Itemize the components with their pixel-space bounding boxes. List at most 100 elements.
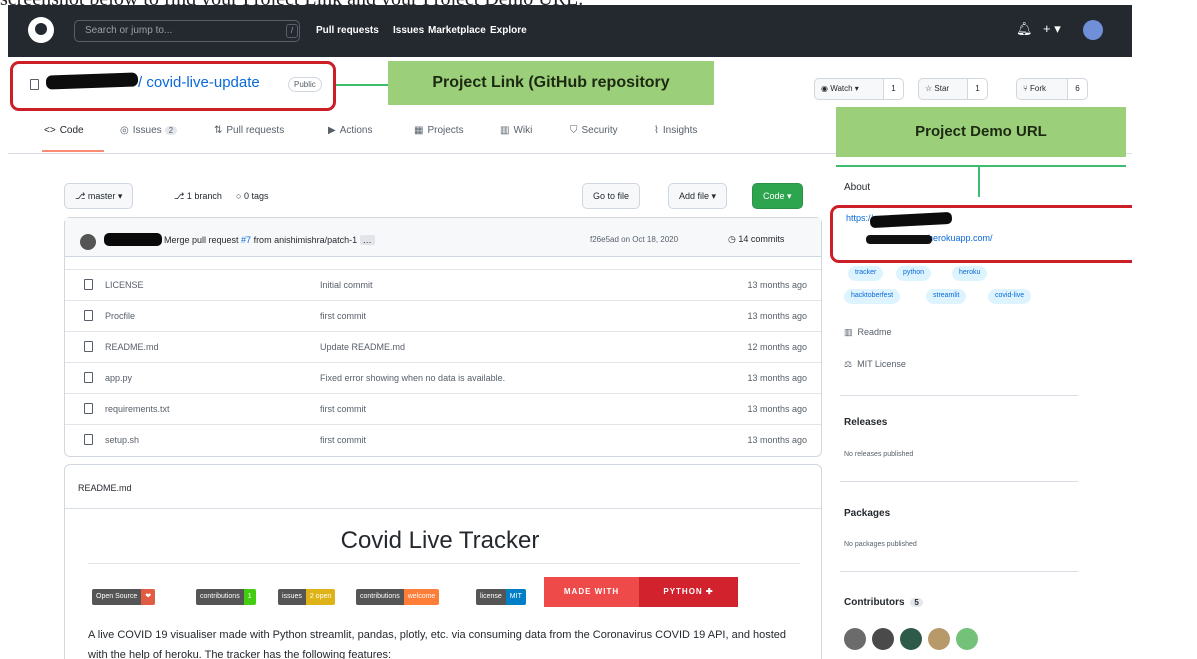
demo-url-callout: Project Demo URL: [836, 107, 1126, 157]
file-commit-message[interactable]: Update README.md: [320, 342, 405, 352]
file-icon: [84, 434, 93, 445]
search-input[interactable]: Search or jump to...: [74, 20, 300, 42]
commit-message[interactable]: Merge pull request #7 from anishimishra/…: [164, 235, 375, 245]
file-commit-message[interactable]: first commit: [320, 404, 366, 414]
star-button[interactable]: ☆ Star: [918, 78, 968, 100]
sidebar-divider: [840, 571, 1078, 572]
contributor-avatar[interactable]: [900, 628, 922, 650]
badge-contributions[interactable]: contributions 1: [196, 589, 256, 605]
nav-issues[interactable]: Issues: [393, 25, 424, 36]
badge-open-source[interactable]: Open Source ❤: [92, 589, 156, 605]
badge-issues[interactable]: issues 2 open: [278, 589, 336, 605]
readme-link-label: Readme: [857, 327, 892, 337]
tab-label: Pull requests: [226, 125, 285, 136]
topic-tag[interactable]: streamlit: [926, 289, 967, 304]
readme-divider: [65, 508, 821, 509]
commit-expand-button[interactable]: …: [359, 235, 375, 245]
fork-count[interactable]: 6: [1068, 78, 1088, 100]
topic-tag[interactable]: covid-live: [988, 289, 1032, 304]
demo-url-link-cont[interactable]: herokuapp.com/: [928, 233, 993, 243]
contributor-avatar[interactable]: [844, 628, 866, 650]
demo-url-link[interactable]: https://: [846, 213, 873, 223]
file-name[interactable]: LICENSE: [105, 280, 144, 290]
file-name[interactable]: requirements.txt: [105, 404, 170, 414]
watch-button[interactable]: ◉ Watch ▾: [814, 78, 884, 100]
commits-link[interactable]: ◷ 14 commits: [728, 234, 784, 245]
tab-label: Issues: [132, 125, 162, 136]
tab-code[interactable]: <> Code: [44, 125, 84, 136]
file-row[interactable]: requirements.txt first commit 13 months ag…: [65, 393, 821, 424]
watch-count[interactable]: 1: [884, 78, 904, 100]
go-to-file-button[interactable]: Go to file: [582, 183, 641, 209]
releases-empty: No releases published: [844, 451, 914, 458]
tab-projects[interactable]: ▦ Projects: [414, 125, 464, 136]
file-row[interactable]: LICENSE Initial commit 13 months ago: [65, 269, 821, 300]
commit-author-avatar[interactable]: [80, 234, 96, 250]
topic-tag[interactable]: tracker: [848, 266, 884, 281]
file-commit-message[interactable]: Initial commit: [320, 280, 373, 290]
license-link[interactable]: ⚖ MIT License: [844, 359, 906, 370]
branch-select[interactable]: ⎇ master ▾: [64, 183, 134, 209]
tab-wiki[interactable]: ▥ Wiki: [500, 125, 532, 136]
code-button[interactable]: Code ▾: [752, 183, 803, 209]
contributors-heading[interactable]: Contributors 5: [844, 597, 923, 608]
tags-link[interactable]: ○ 0 tags: [236, 191, 268, 201]
play-icon: ▶: [328, 125, 336, 136]
tab-pull-requests[interactable]: ⇅ Pull requests: [214, 125, 284, 136]
topic-tag[interactable]: python: [896, 266, 932, 281]
file-name[interactable]: Procfile: [105, 311, 135, 321]
topic-tag[interactable]: hacktoberfest: [844, 289, 901, 304]
commit-pr-link[interactable]: #7: [241, 235, 251, 245]
contributor-avatar[interactable]: [956, 628, 978, 650]
code-icon: <>: [44, 125, 56, 136]
commits-label: 14 commits: [738, 234, 785, 244]
issue-icon: ◎: [120, 125, 129, 136]
file-name[interactable]: README.md: [105, 342, 159, 352]
file-name[interactable]: setup.sh: [105, 435, 139, 445]
badge-label: contributions: [356, 589, 404, 605]
tab-issues[interactable]: ◎ Issues 2: [120, 125, 178, 136]
fork-button[interactable]: ⑂ Fork: [1016, 78, 1068, 100]
github-logo-icon[interactable]: [28, 17, 54, 43]
nav-pull-requests[interactable]: Pull requests: [316, 25, 379, 36]
tab-label: Projects: [427, 125, 464, 136]
file-row[interactable]: Procfile first commit 13 months ago: [65, 300, 821, 331]
readme-link[interactable]: ▥ Readme: [844, 327, 892, 338]
commit-message-suffix: from anishimishra/patch-1: [251, 235, 358, 245]
nav-marketplace[interactable]: Marketplace: [428, 25, 486, 36]
tab-actions[interactable]: ▶ Actions: [328, 125, 373, 136]
redacted-commit-author: [104, 233, 162, 246]
user-avatar[interactable]: [1083, 20, 1103, 40]
packages-heading[interactable]: Packages: [844, 508, 890, 519]
nav-explore[interactable]: Explore: [490, 25, 527, 36]
active-tab-indicator: [42, 150, 104, 152]
file-row[interactable]: setup.sh first commit 13 months ago: [65, 424, 821, 455]
badge-license[interactable]: license MIT: [476, 589, 526, 605]
file-row[interactable]: README.md Update README.md 12 months ago: [65, 331, 821, 362]
topic-tag[interactable]: heroku: [952, 266, 988, 281]
star-count[interactable]: 1: [968, 78, 988, 100]
watch-label: Watch ▾: [830, 84, 859, 93]
file-commit-message[interactable]: first commit: [320, 435, 366, 445]
badge-contributions-welcome[interactable]: contributions welcome: [356, 589, 440, 605]
add-file-button[interactable]: Add file ▾: [668, 183, 728, 209]
readme-filename[interactable]: README.md: [78, 483, 132, 493]
contributor-avatar[interactable]: [928, 628, 950, 650]
commit-hash-date[interactable]: f26e5ad on Oct 18, 2020: [590, 235, 678, 244]
contributor-avatar[interactable]: [872, 628, 894, 650]
readme-description: A live COVID 19 visualiser made with Pyt…: [88, 629, 787, 659]
file-name[interactable]: app.py: [105, 373, 132, 383]
file-age: 13 months ago: [747, 311, 807, 321]
file-commit-message[interactable]: Fixed error showing when no data is avai…: [320, 373, 505, 383]
file-commit-message[interactable]: first commit: [320, 311, 366, 321]
tab-security[interactable]: ⛉ Security: [570, 125, 618, 136]
pull-request-icon: ⇅: [214, 125, 223, 136]
tab-insights[interactable]: ⌇ Insights: [654, 125, 697, 136]
bell-icon[interactable]: 🔔︎: [1016, 21, 1033, 37]
file-row[interactable]: app.py Fixed error showing when no data i…: [65, 362, 821, 393]
graph-icon: ⌇: [654, 125, 659, 136]
releases-heading[interactable]: Releases: [844, 417, 887, 428]
plus-icon[interactable]: + ▾: [1043, 21, 1061, 37]
branches-link[interactable]: ⎇ 1 branch: [174, 191, 222, 202]
made-with-python-badge[interactable]: MADE WITH PYTHON ✚: [544, 577, 738, 607]
